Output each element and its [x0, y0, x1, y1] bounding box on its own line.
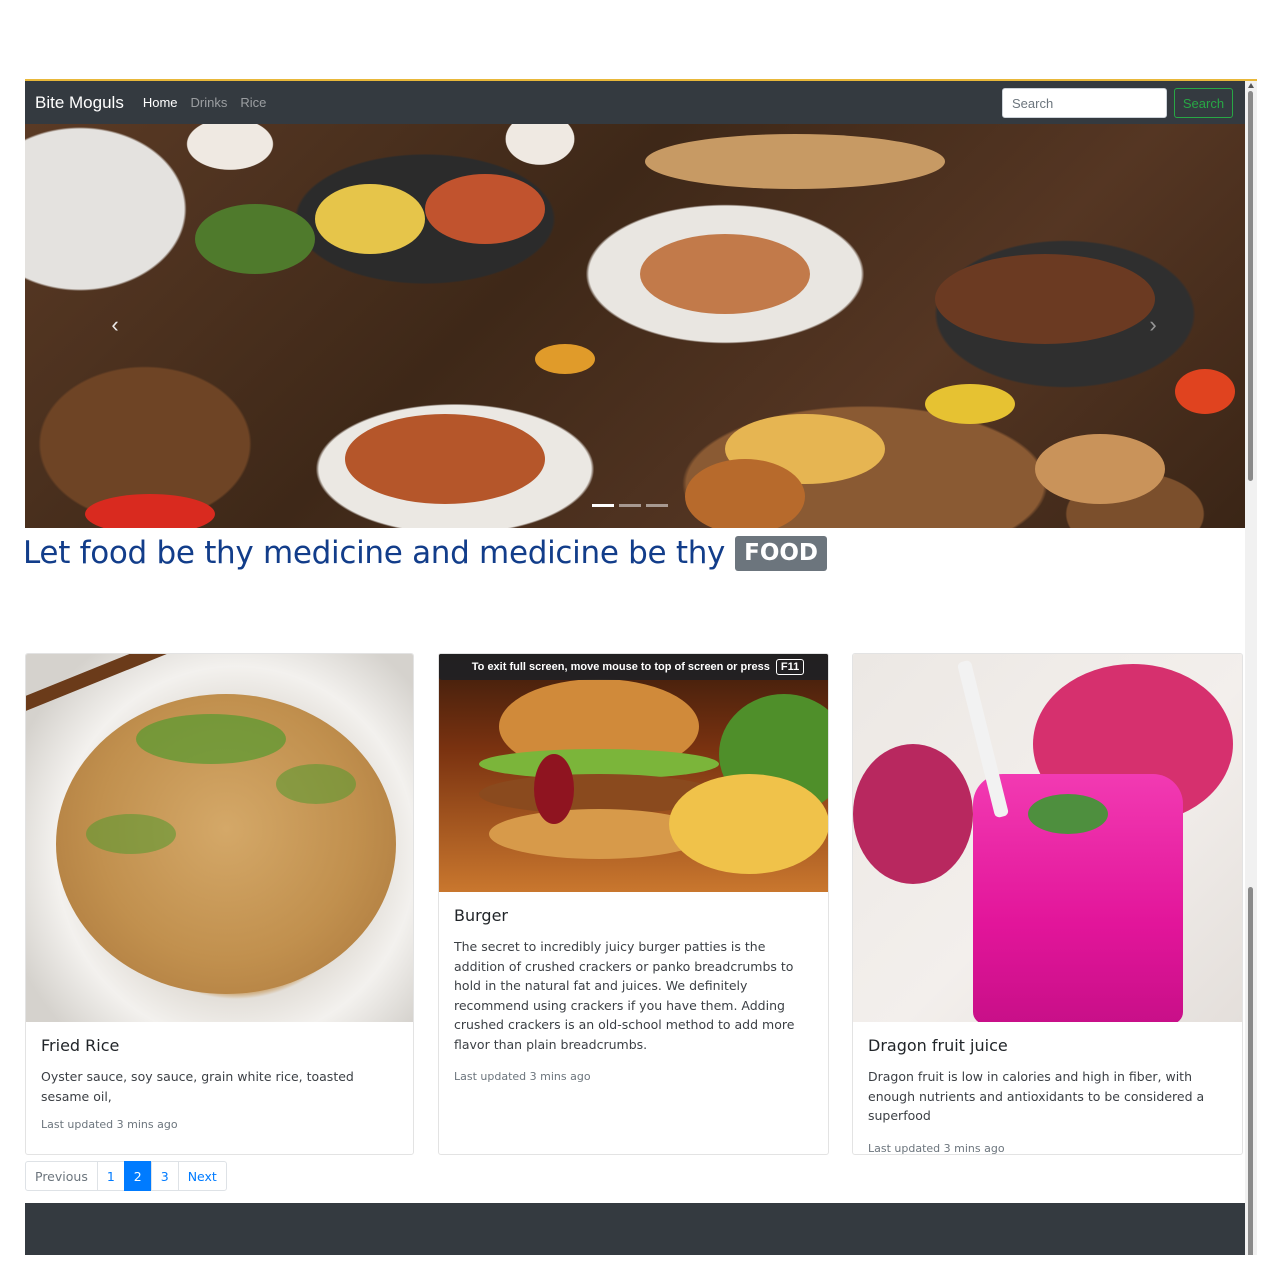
scrollbar-thumb[interactable]: [1248, 887, 1253, 1255]
carousel-indicator[interactable]: [619, 504, 641, 507]
fries: [669, 774, 828, 874]
card-body: Fried Rice Oyster sauce, soy sauce, grai…: [26, 1022, 413, 1131]
dish-lemon: [925, 384, 1015, 424]
green-onion-garnish: [86, 814, 176, 854]
fullscreen-notice-text: To exit full screen, move mouse to top o…: [471, 661, 770, 673]
pagination-page-3[interactable]: 3: [150, 1161, 179, 1191]
card-text: Oyster sauce, soy sauce, grain white ric…: [41, 1069, 354, 1104]
carousel-prev-icon[interactable]: ‹: [105, 314, 125, 336]
scrollbar-track-upper: [1248, 91, 1253, 481]
card-text: Dragon fruit is low in calories and high…: [868, 1069, 1205, 1123]
nav-link-drinks[interactable]: Drinks: [191, 95, 228, 110]
browser-viewport: Bite Moguls Home Drinks Rice Search ‹ ›: [25, 79, 1257, 1255]
dish-shrimp: [425, 174, 545, 244]
dish-greens: [195, 204, 315, 274]
navbar: Bite Moguls Home Drinks Rice Search: [25, 81, 1245, 124]
page-scrollbar[interactable]: [1245, 81, 1257, 1255]
mint-leaf: [1028, 794, 1108, 834]
card-updated-time: Last updated 3 mins ago: [41, 1118, 178, 1131]
card-fried-rice[interactable]: Fried Rice Oyster sauce, soy sauce, grai…: [25, 653, 414, 1155]
search-input[interactable]: [1002, 88, 1167, 118]
dish-pasta: [345, 414, 545, 504]
dish-steak: [935, 254, 1155, 344]
dish-burger-bun: [685, 459, 805, 528]
footer: [25, 1203, 1245, 1255]
card-dragon-fruit-juice[interactable]: Dragon fruit juice Dragon fruit is low i…: [852, 653, 1243, 1155]
fullscreen-notice: To exit full screen, move mouse to top o…: [439, 654, 828, 680]
dish-tomato-right: [1175, 369, 1235, 414]
headline-text: Let food be thy medicine and medicine be…: [25, 535, 726, 571]
green-onion-garnish: [276, 764, 356, 804]
carousel-indicators: [592, 504, 668, 507]
pagination-page-1[interactable]: 1: [96, 1161, 125, 1191]
card-burger[interactable]: To exit full screen, move mouse to top o…: [438, 653, 829, 1155]
nav-link-home[interactable]: Home: [143, 95, 178, 110]
dragon-fruit-left: [853, 744, 973, 884]
fried-rice-image: [26, 654, 413, 1022]
hero-carousel: ‹ ›: [25, 124, 1245, 528]
carousel-indicator[interactable]: [592, 504, 614, 507]
dish-tomato: [85, 494, 215, 528]
card-text: The secret to incredibly juicy burger pa…: [454, 939, 795, 1052]
page-headline: Let food be thy medicine and medicine be…: [25, 530, 828, 576]
food-badge: FOOD: [735, 535, 828, 571]
carousel-next-icon[interactable]: ›: [1143, 314, 1163, 336]
card-body: Dragon fruit juice Dragon fruit is low i…: [853, 1022, 1242, 1155]
card-title: Fried Rice: [41, 1036, 120, 1055]
dish-rice: [315, 184, 425, 254]
pagination-previous[interactable]: Previous: [25, 1161, 98, 1191]
card-body: Burger The secret to incredibly juicy bu…: [439, 892, 828, 1083]
burger-image: To exit full screen, move mouse to top o…: [439, 654, 828, 892]
dish-chicken: [645, 134, 945, 189]
carousel-indicator[interactable]: [646, 504, 668, 507]
card-title: Dragon fruit juice: [868, 1036, 1008, 1055]
dish-seafood: [640, 234, 810, 314]
brand-logo[interactable]: Bite Moguls: [35, 93, 124, 113]
search-button[interactable]: Search: [1174, 88, 1233, 118]
scroll-up-arrow-icon[interactable]: [1248, 83, 1254, 88]
card-updated-time: Last updated 3 mins ago: [868, 1141, 1005, 1155]
f11-key-badge: F11: [775, 659, 805, 675]
ketchup: [534, 754, 574, 824]
pagination: Previous 1 2 3 Next: [25, 1161, 227, 1191]
card-updated-time: Last updated 3 mins ago: [454, 1070, 591, 1083]
green-onion-garnish: [136, 714, 286, 764]
dish-spice: [535, 344, 595, 374]
dish-coffee: [1035, 434, 1165, 504]
dragon-fruit-juice-image: [853, 654, 1242, 1022]
card-title: Burger: [454, 906, 508, 925]
pagination-next[interactable]: Next: [177, 1161, 227, 1191]
pagination-page-2[interactable]: 2: [123, 1161, 152, 1191]
nav-link-rice[interactable]: Rice: [240, 95, 266, 110]
